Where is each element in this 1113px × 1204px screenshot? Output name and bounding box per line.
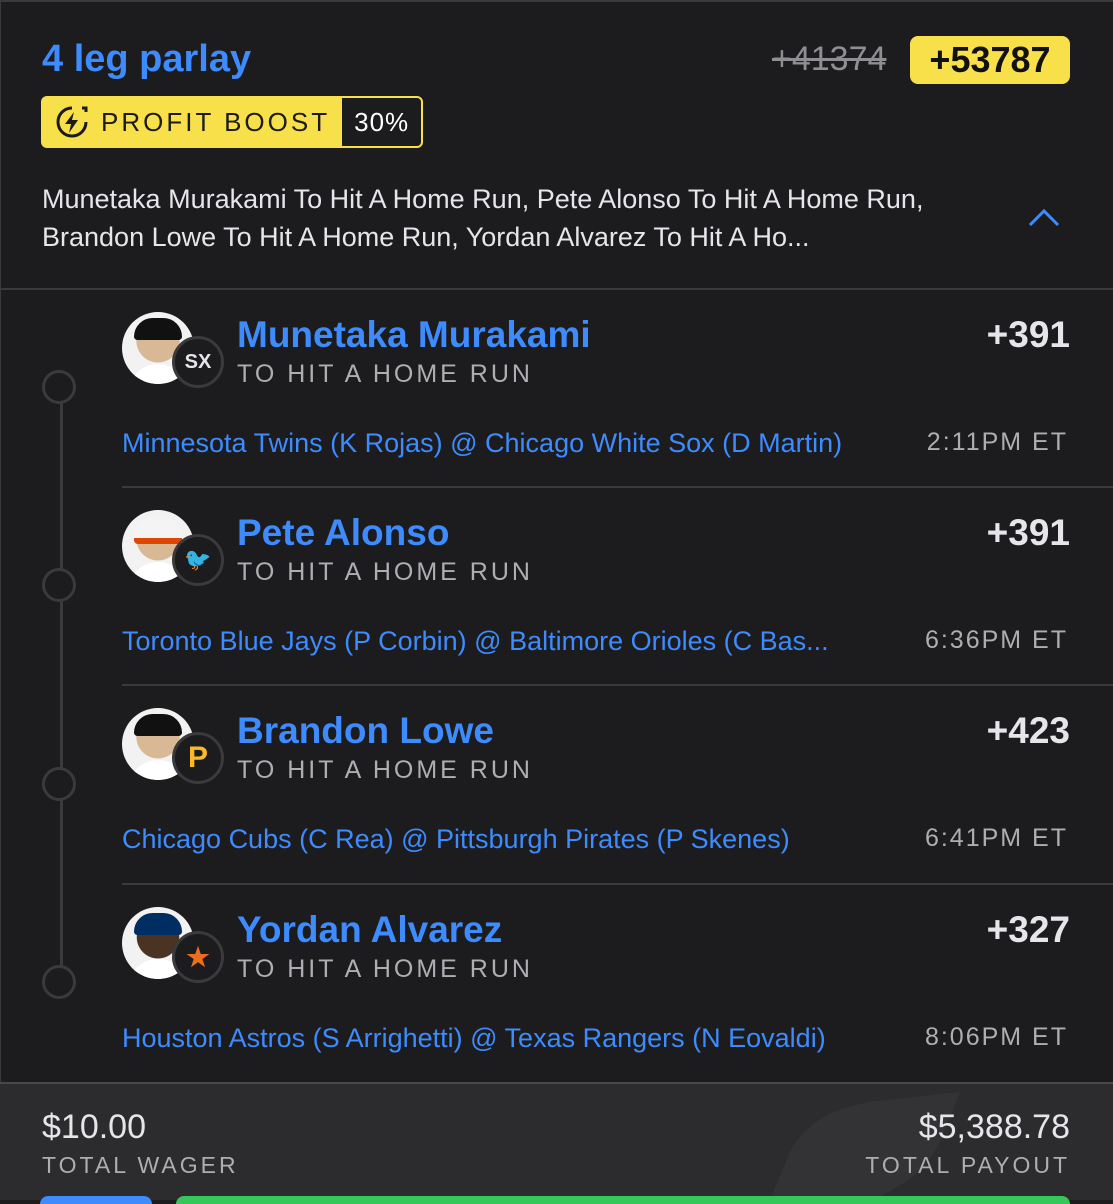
white-sox-logo-icon: SX bbox=[172, 336, 224, 388]
game-matchup-link[interactable]: Chicago Cubs (C Rea) @ Pittsburgh Pirate… bbox=[122, 824, 790, 855]
total-wager-label: TOTAL WAGER bbox=[42, 1152, 239, 1178]
leg-row[interactable]: SX Munetaka Murakami TO HIT A HOME RUN +… bbox=[0, 290, 1113, 488]
profit-boost-badge: PROFIT BOOST 30% bbox=[41, 96, 424, 148]
parlay-summary[interactable]: Munetaka Murakami To Hit A Home Run, Pet… bbox=[42, 180, 992, 256]
game-time: 8:06PM ET bbox=[924, 1023, 1068, 1051]
market-label: TO HIT A HOME RUN bbox=[237, 756, 533, 784]
profit-boost-label: PROFIT BOOST bbox=[101, 106, 331, 137]
astros-logo-icon: ★ bbox=[172, 931, 224, 983]
secondary-action-button[interactable] bbox=[40, 1196, 152, 1204]
leg-row[interactable]: P Brandon Lowe TO HIT A HOME RUN +423 Ch… bbox=[0, 686, 1113, 884]
game-time: 6:36PM ET bbox=[924, 626, 1068, 654]
leg-row[interactable]: ★ Yordan Alvarez TO HIT A HOME RUN +327 … bbox=[0, 885, 1113, 1083]
primary-action-button[interactable] bbox=[176, 1196, 1070, 1204]
lightning-bolt-icon bbox=[56, 106, 88, 138]
chevron-up-icon[interactable] bbox=[1026, 205, 1062, 229]
leg-row[interactable]: 🐦 Pete Alonso TO HIT A HOME RUN +391 Tor… bbox=[0, 488, 1113, 686]
top-border bbox=[0, 0, 1113, 2]
total-wager-value: $10.00 bbox=[42, 1108, 146, 1146]
market-label: TO HIT A HOME RUN bbox=[237, 955, 533, 983]
leg-odds: +391 bbox=[986, 512, 1070, 553]
game-matchup-link[interactable]: Houston Astros (S Arrighetti) @ Texas Ra… bbox=[122, 1023, 826, 1054]
boosted-odds-badge: +53787 bbox=[910, 36, 1070, 84]
game-time: 2:11PM ET bbox=[926, 428, 1068, 456]
original-odds: +41374 bbox=[772, 40, 887, 78]
leg-odds: +423 bbox=[986, 710, 1070, 751]
player-name[interactable]: Munetaka Murakami bbox=[237, 314, 591, 356]
market-label: TO HIT A HOME RUN bbox=[237, 360, 533, 388]
pirates-logo-icon: P bbox=[172, 732, 224, 784]
market-label: TO HIT A HOME RUN bbox=[237, 558, 533, 586]
player-name[interactable]: Brandon Lowe bbox=[237, 710, 494, 752]
game-matchup-link[interactable]: Toronto Blue Jays (P Corbin) @ Baltimore… bbox=[122, 626, 829, 657]
leg-odds: +327 bbox=[986, 909, 1070, 950]
bet-totals-footer: $10.00 TOTAL WAGER $5,388.78 TOTAL PAYOU… bbox=[0, 1082, 1113, 1200]
leg-odds: +391 bbox=[986, 314, 1070, 355]
player-name[interactable]: Yordan Alvarez bbox=[237, 909, 502, 951]
total-payout-value: $5,388.78 bbox=[918, 1108, 1070, 1146]
game-time: 6:41PM ET bbox=[924, 824, 1068, 852]
profit-boost-percent: 30% bbox=[342, 98, 422, 146]
game-matchup-link[interactable]: Minnesota Twins (K Rojas) @ Chicago Whit… bbox=[122, 428, 842, 459]
orioles-logo-icon: 🐦 bbox=[172, 534, 224, 586]
parlay-title: 4 leg parlay bbox=[42, 38, 252, 80]
total-payout-label: TOTAL PAYOUT bbox=[865, 1152, 1070, 1178]
player-name[interactable]: Pete Alonso bbox=[237, 512, 449, 554]
